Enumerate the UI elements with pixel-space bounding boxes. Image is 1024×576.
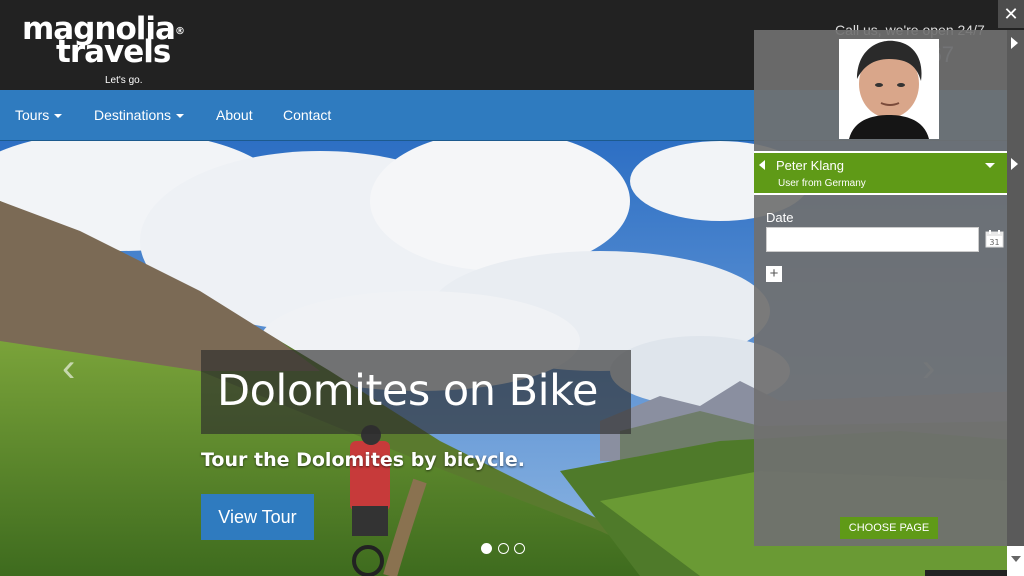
caret-down-icon	[176, 114, 185, 119]
nav-about-label: About	[216, 107, 253, 123]
nav-contact[interactable]: Contact	[283, 107, 331, 123]
persona-photo	[839, 39, 939, 139]
date-label: Date	[766, 210, 794, 225]
view-tour-button[interactable]: View Tour	[201, 494, 314, 540]
choose-page-button[interactable]: CHOOSE PAGE	[840, 517, 938, 539]
nav-destinations[interactable]: Destinations	[94, 107, 185, 123]
persona-name: Peter Klang	[776, 158, 844, 173]
svg-text:31: 31	[989, 238, 999, 247]
hero-caption-box: Dolomites on Bike	[201, 350, 631, 434]
nav-about[interactable]: About	[216, 107, 253, 123]
persona-avatar	[839, 39, 939, 139]
collapse-panel-icon[interactable]	[1011, 37, 1018, 49]
caret-down-icon	[54, 114, 63, 119]
registered-mark: ®	[174, 26, 185, 37]
add-criteria-button[interactable]: +	[766, 266, 782, 282]
calendar-icon[interactable]: 31	[985, 229, 1004, 248]
scroll-down-strip[interactable]	[1007, 546, 1024, 576]
preview-toolbar	[1007, 30, 1024, 546]
carousel-prev-icon[interactable]: ‹	[62, 346, 75, 391]
site-logo[interactable]: magnolia® travels Let's go.	[22, 14, 185, 87]
persona-next-icon[interactable]	[1011, 158, 1018, 170]
hero-subtitle: Tour the Dolomites by bicycle.	[201, 449, 525, 471]
personalization-panel: Peter Klang User from Germany Date 31 + …	[754, 30, 1007, 546]
persona-dropdown-icon[interactable]	[985, 163, 995, 168]
hero-title: Dolomites on Bike	[217, 366, 598, 416]
persona-description: User from Germany	[778, 178, 866, 189]
persona-selector[interactable]: Peter Klang User from Germany	[754, 151, 1007, 195]
nav-tours[interactable]: Tours	[15, 107, 63, 123]
carousel-dot-1[interactable]	[481, 543, 492, 554]
persona-prev-icon[interactable]	[759, 160, 765, 170]
carousel-dot-2[interactable]	[498, 543, 509, 554]
chevron-down-icon	[1011, 556, 1021, 562]
date-input[interactable]	[766, 227, 979, 252]
carousel-dot-3[interactable]	[514, 543, 525, 554]
nav-contact-label: Contact	[283, 107, 332, 123]
footer-edge	[925, 570, 1007, 576]
close-icon[interactable]: ✕	[998, 0, 1024, 28]
logo-tagline: Let's go.	[105, 75, 143, 86]
nav-destinations-label: Destinations	[94, 107, 172, 123]
nav-tours-label: Tours	[15, 107, 50, 123]
